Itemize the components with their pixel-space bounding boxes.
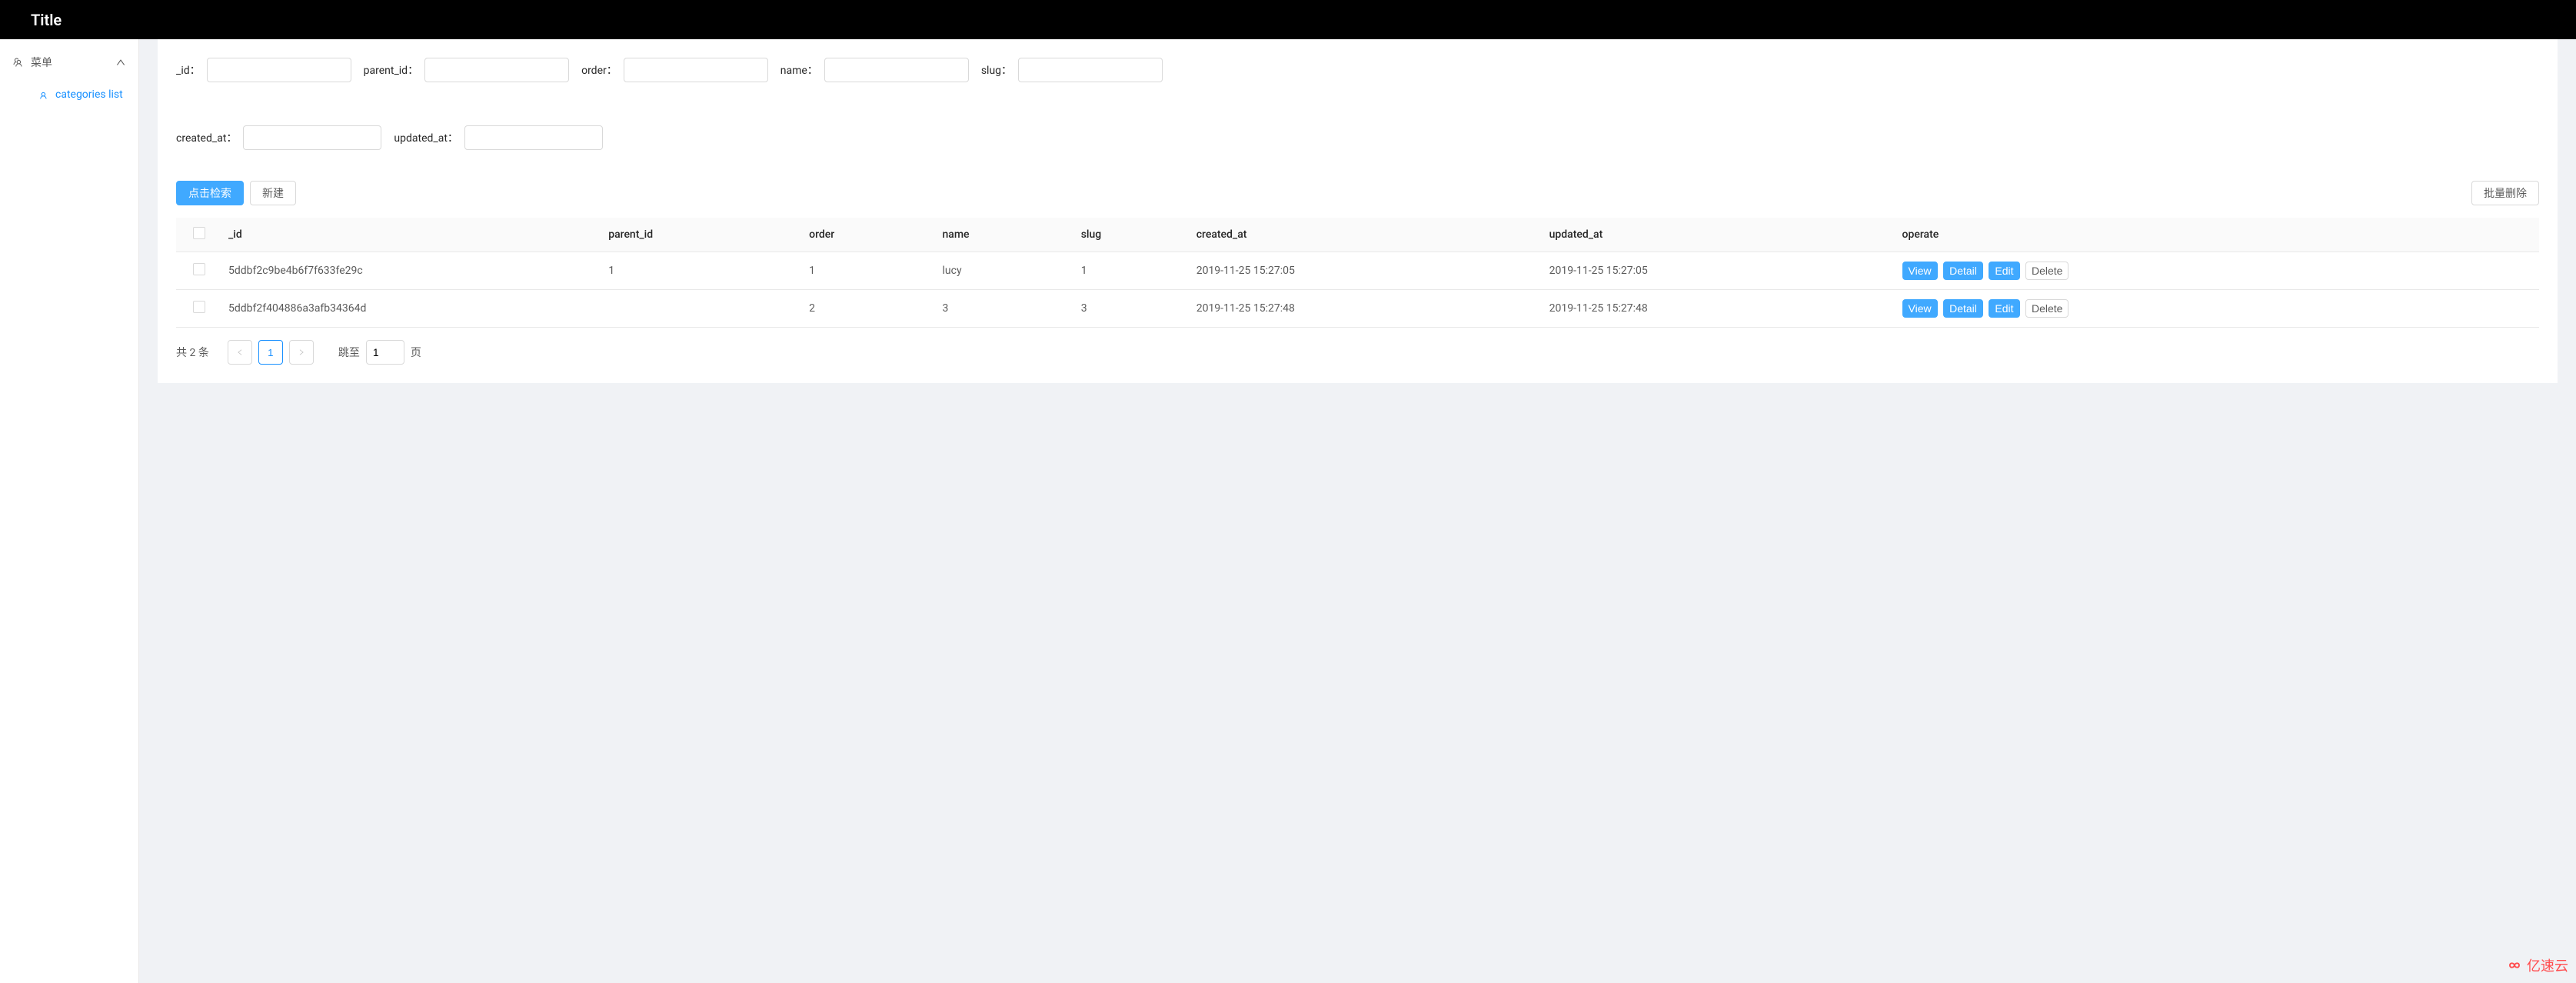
pagination-page-1[interactable]: 1 (258, 340, 283, 365)
form-item-id: _id： (176, 58, 351, 82)
label-created-at: created_at： (176, 130, 237, 145)
cell-operate: View Detail Edit Delete (1896, 290, 2539, 328)
cell-parent-id: 1 (602, 252, 803, 290)
input-slug[interactable] (1018, 58, 1163, 82)
form-item-name: name： (780, 58, 969, 82)
form-item-order: order： (581, 58, 768, 82)
pagination-next-button[interactable] (289, 340, 314, 365)
chevron-right-icon (298, 348, 305, 356)
pagination-jump-label: 跳至 (338, 345, 360, 360)
pagination-jump-input[interactable] (366, 340, 404, 365)
menu-item-root[interactable]: 菜单 (0, 45, 138, 79)
cell-name: 3 (937, 290, 1075, 328)
cell-name: lucy (937, 252, 1075, 290)
label-order: order： (581, 62, 617, 78)
watermark: 亿速云 (2505, 955, 2568, 975)
form-item-created-at: created_at： (176, 125, 381, 150)
sidebar-item-categories-list[interactable]: categories list (0, 79, 138, 110)
table-row: 5ddbf2c9be4b6f7f633fe29c 1 1 lucy 1 2019… (176, 252, 2539, 290)
cell-parent-id (602, 290, 803, 328)
th-slug[interactable]: slug (1075, 218, 1190, 252)
label-name: name： (780, 62, 818, 78)
checkbox-select-all[interactable] (193, 227, 205, 239)
team-icon (12, 57, 23, 68)
cell-created-at: 2019-11-25 15:27:05 (1190, 252, 1543, 290)
cell-slug: 3 (1075, 290, 1190, 328)
cell-order: 2 (803, 290, 936, 328)
pagination-total: 共 2 条 (176, 345, 209, 360)
form-item-slug: slug： (981, 58, 1163, 82)
input-name[interactable] (824, 58, 969, 82)
th-name[interactable]: name (937, 218, 1075, 252)
input-order[interactable] (624, 58, 768, 82)
input-updated-at[interactable] (464, 125, 603, 150)
menu-label: 菜单 (31, 55, 52, 70)
th-operate: operate (1896, 218, 2539, 252)
input-parent-id[interactable] (424, 58, 569, 82)
th-parent-id[interactable]: parent_id (602, 218, 803, 252)
watermark-text: 亿速云 (2527, 955, 2568, 975)
detail-button[interactable]: Detail (1943, 299, 1983, 318)
cell-updated-at: 2019-11-25 15:27:05 (1543, 252, 1896, 290)
cell-id: 5ddbf2f404886a3afb34364d (222, 290, 602, 328)
pagination: 共 2 条 1 跳至 页 (176, 340, 2539, 365)
app-header: Title (0, 0, 2576, 39)
pagination-page-suffix: 页 (411, 345, 421, 360)
cell-slug: 1 (1075, 252, 1190, 290)
input-id[interactable] (207, 58, 351, 82)
batch-delete-button[interactable]: 批量删除 (2471, 181, 2539, 205)
search-button[interactable]: 点击检索 (176, 181, 244, 205)
chevron-up-icon (115, 57, 126, 68)
sidebar: 菜单 categories list (0, 39, 139, 983)
table-header-row: _id parent_id order name slug created_at… (176, 218, 2539, 252)
edit-button[interactable]: Edit (1989, 262, 2019, 280)
infinity-icon (2505, 956, 2524, 975)
checkbox-row[interactable] (193, 263, 205, 275)
main-layout: 菜单 categories list _id： parent_id： (0, 39, 2576, 983)
cell-updated-at: 2019-11-25 15:27:48 (1543, 290, 1896, 328)
th-order[interactable]: order (803, 218, 936, 252)
cell-created-at: 2019-11-25 15:27:48 (1190, 290, 1543, 328)
table-row: 5ddbf2f404886a3afb34364d 2 3 3 2019-11-2… (176, 290, 2539, 328)
cell-order: 1 (803, 252, 936, 290)
label-parent-id: parent_id： (364, 62, 418, 78)
detail-button[interactable]: Detail (1943, 262, 1983, 280)
app-title: Title (15, 11, 62, 29)
create-button[interactable]: 新建 (250, 181, 296, 205)
edit-button[interactable]: Edit (1989, 299, 2019, 318)
th-id[interactable]: _id (222, 218, 602, 252)
search-form: _id： parent_id： order： name： slug： (176, 58, 2539, 150)
label-updated-at: updated_at： (394, 130, 458, 145)
data-table: _id parent_id order name slug created_at… (176, 218, 2539, 328)
team-icon (37, 89, 48, 100)
pagination-prev-button[interactable] (228, 340, 252, 365)
view-button[interactable]: View (1902, 299, 1938, 318)
sidebar-item-label: categories list (55, 88, 123, 101)
delete-button[interactable]: Delete (2025, 299, 2068, 318)
label-slug: slug： (981, 62, 1012, 78)
checkbox-row[interactable] (193, 301, 205, 313)
th-created-at[interactable]: created_at (1190, 218, 1543, 252)
form-item-parent-id: parent_id： (364, 58, 569, 82)
cell-id: 5ddbf2c9be4b6f7f633fe29c (222, 252, 602, 290)
input-created-at[interactable] (243, 125, 381, 150)
content-card: _id： parent_id： order： name： slug： (158, 39, 2558, 383)
cell-operate: View Detail Edit Delete (1896, 252, 2539, 290)
th-updated-at[interactable]: updated_at (1543, 218, 1896, 252)
main-content: _id： parent_id： order： name： slug： (139, 39, 2576, 983)
delete-button[interactable]: Delete (2025, 262, 2068, 280)
view-button[interactable]: View (1902, 262, 1938, 280)
form-item-updated-at: updated_at： (394, 125, 603, 150)
th-checkbox (176, 218, 222, 252)
action-bar: 点击检索 新建 批量删除 (176, 181, 2539, 205)
chevron-left-icon (236, 348, 244, 356)
label-id: _id： (176, 62, 201, 78)
